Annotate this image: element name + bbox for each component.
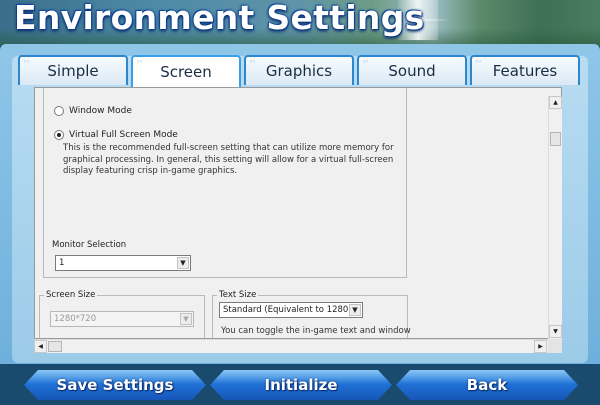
monitor-select[interactable]: 1 ▼ xyxy=(55,255,191,271)
tab-simple[interactable]: ◦◦ Simple xyxy=(18,55,128,85)
scrollbar-corner xyxy=(548,339,562,353)
text-size-value: Standard (Equivalent to 1280 ho xyxy=(223,305,362,315)
vertical-scroll-thumb[interactable] xyxy=(550,132,561,146)
screen-size-group: Screen Size 1280*720 ▼ xyxy=(39,290,205,338)
chevron-down-icon[interactable]: ▼ xyxy=(349,304,361,316)
screen-size-value: 1280*720 xyxy=(54,314,97,324)
text-size-label: Text Size xyxy=(217,290,259,300)
scroll-down-icon[interactable]: ▼ xyxy=(549,325,562,338)
monitor-selection-label: Monitor Selection xyxy=(52,240,127,250)
chevron-down-icon[interactable]: ▼ xyxy=(177,257,189,269)
tab-label: Screen xyxy=(160,63,212,81)
tab-features[interactable]: ◦◦ Features xyxy=(470,55,580,85)
virtual-fullscreen-label: Virtual Full Screen Mode xyxy=(69,130,178,140)
virtual-fullscreen-option[interactable]: Virtual Full Screen Mode xyxy=(54,130,178,140)
scroll-up-icon[interactable]: ▲ xyxy=(549,96,562,109)
tab-label: Features xyxy=(492,62,558,80)
screen-size-select: 1280*720 ▼ xyxy=(50,311,194,327)
tab-dots-icon: ◦◦ xyxy=(249,58,256,66)
virtual-fullscreen-radio[interactable] xyxy=(54,130,64,140)
tab-graphics[interactable]: ◦◦ Graphics xyxy=(244,55,354,85)
horizontal-scrollbar[interactable]: ◀ ▶ xyxy=(34,339,548,353)
back-button[interactable]: Back xyxy=(396,370,578,400)
display-mode-section: Window Mode Virtual Full Screen Mode Thi… xyxy=(43,88,407,278)
tab-dots-icon: ◦◦ xyxy=(23,58,30,66)
monitor-select-value: 1 xyxy=(59,258,65,268)
text-size-group: Text Size Standard (Equivalent to 1280 h… xyxy=(212,290,411,338)
page-title: Environment Settings xyxy=(14,0,425,37)
save-settings-label: Save Settings xyxy=(56,376,174,394)
initialize-button[interactable]: Initialize xyxy=(210,370,392,400)
screen-size-label: Screen Size xyxy=(44,290,98,300)
scroll-left-icon[interactable]: ◀ xyxy=(34,340,47,353)
text-size-hint: You can toggle the in-game text and wind… xyxy=(221,326,411,336)
chevron-down-icon: ▼ xyxy=(180,313,192,325)
text-size-select[interactable]: Standard (Equivalent to 1280 ho ▼ xyxy=(219,302,363,318)
tab-sound[interactable]: ◦◦ Sound xyxy=(357,55,467,85)
tab-dots-icon: ◦◦ xyxy=(475,58,482,66)
horizontal-scroll-thumb[interactable] xyxy=(48,341,62,352)
bottom-button-bar: Save Settings Initialize Back xyxy=(0,364,600,405)
window-mode-option[interactable]: Window Mode xyxy=(54,106,132,116)
window-mode-radio[interactable] xyxy=(54,106,64,116)
save-settings-button[interactable]: Save Settings xyxy=(24,370,206,400)
tab-label: Graphics xyxy=(265,62,333,80)
tab-dots-icon: ◦◦ xyxy=(362,58,369,66)
tab-label: Sound xyxy=(388,62,436,80)
tab-label: Simple xyxy=(47,62,99,80)
window-mode-label: Window Mode xyxy=(69,106,132,116)
initialize-label: Initialize xyxy=(264,376,338,394)
vertical-scrollbar[interactable]: ▲ ▼ xyxy=(548,96,562,339)
tab-screen[interactable]: ◦◦ Screen xyxy=(131,55,241,87)
scroll-right-icon[interactable]: ▶ xyxy=(534,340,547,353)
tab-dots-icon: ◦◦ xyxy=(136,58,143,66)
screen-settings-panel: Window Mode Virtual Full Screen Mode Thi… xyxy=(34,87,562,339)
back-label: Back xyxy=(466,376,508,394)
tab-bar: ◦◦ Simple ◦◦ Screen ◦◦ Graphics ◦◦ Sound… xyxy=(18,55,582,87)
virtual-fullscreen-description: This is the recommended full-screen sett… xyxy=(63,143,394,176)
header-banner: Environment Settings xyxy=(0,0,600,46)
